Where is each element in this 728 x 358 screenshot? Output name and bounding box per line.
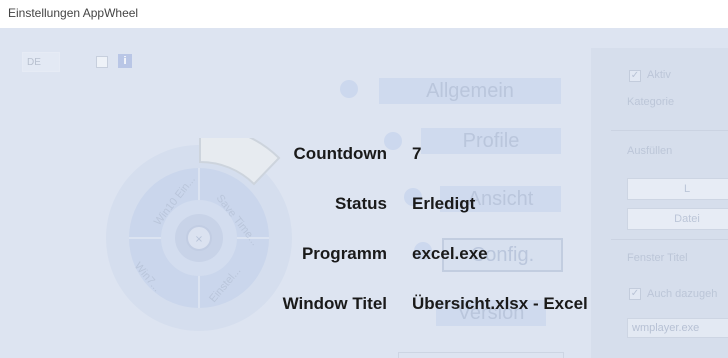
status-label: Status: [335, 194, 387, 213]
info-row-programm: Programm excel.exe: [0, 244, 728, 272]
status-overlay: Countdown 7 Status Erledigt Programm exc…: [0, 28, 728, 358]
settings-window: DE i × Win10 Ein... Save Time... Win7...…: [0, 28, 728, 358]
programm-label: Programm: [301, 244, 387, 263]
info-row-status: Status Erledigt: [0, 194, 728, 222]
window-titel-value: Übersicht.xlsx - Excel: [412, 294, 588, 313]
status-value: Erledigt: [412, 194, 476, 213]
countdown-label: Countdown: [293, 144, 387, 163]
countdown-value: 7: [412, 144, 422, 163]
info-row-window-titel: Window Titel Übersicht.xlsx - Excel: [0, 294, 728, 322]
window-title: Einstellungen AppWheel: [8, 6, 139, 20]
info-row-countdown: Countdown 7: [0, 144, 728, 172]
programm-value: excel.exe: [412, 244, 488, 263]
title-bar: Einstellungen AppWheel: [0, 0, 728, 28]
window-titel-label: Window Titel: [282, 294, 387, 313]
